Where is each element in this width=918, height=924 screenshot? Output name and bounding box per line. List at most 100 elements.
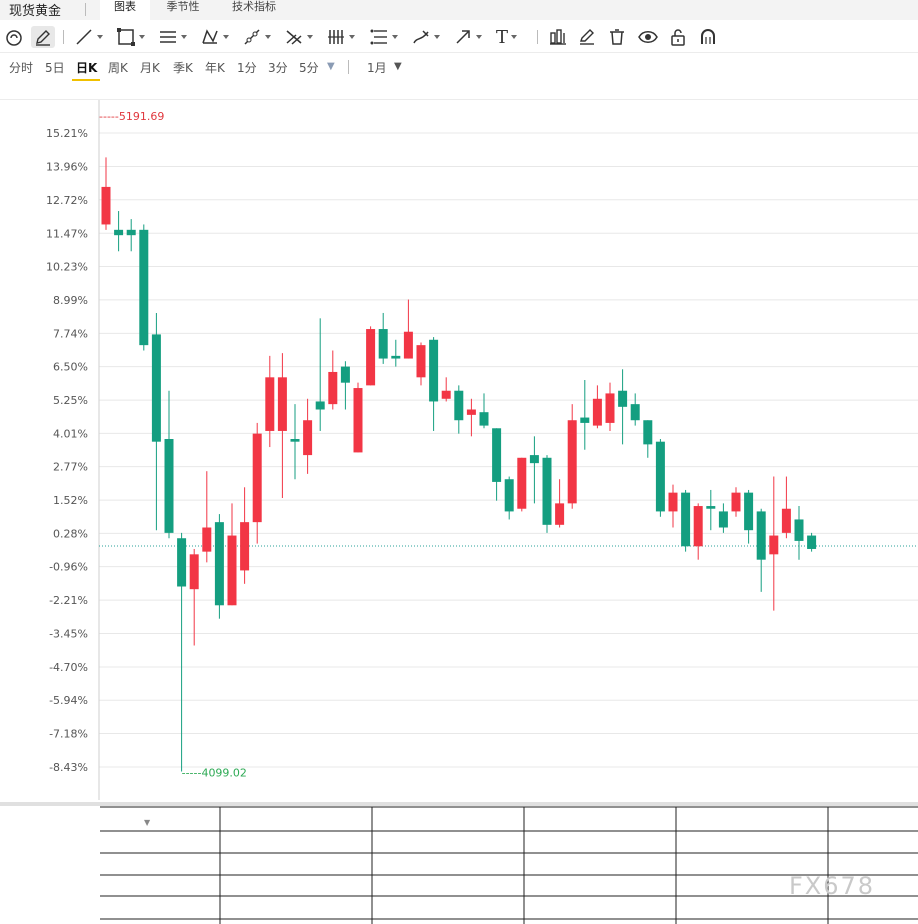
vertical-lines-tool-button[interactable]: [326, 26, 355, 48]
chevron-down-icon: [97, 35, 103, 39]
delete-button[interactable]: [607, 26, 627, 48]
period-intraday[interactable]: 分时: [9, 59, 33, 76]
candle-body: [265, 377, 275, 431]
candle-body: [466, 409, 476, 415]
y-tick-label: 5.25%: [53, 394, 88, 407]
more-periods-chevron-icon[interactable]: ▼: [327, 61, 335, 72]
candle-body: [227, 535, 237, 606]
chevron-down-icon: [349, 35, 355, 39]
range-selector[interactable]: 1月: [367, 59, 387, 76]
edit-icon: [580, 29, 594, 45]
range-chevron-icon[interactable]: ▼: [394, 61, 402, 72]
candle-body: [655, 441, 665, 512]
period-5min[interactable]: 5分: [299, 59, 319, 76]
candle-body: [693, 506, 703, 547]
candle-body: [164, 439, 174, 533]
visibility-button[interactable]: [638, 26, 658, 48]
candle-body: [303, 420, 313, 456]
pencil-tool-button[interactable]: [31, 26, 55, 48]
candle-body: [403, 331, 413, 359]
candle-body: [681, 492, 691, 547]
candle-body: [618, 390, 628, 407]
tab-indicators[interactable]: 技术指标: [222, 0, 286, 20]
line-tool-button[interactable]: [74, 26, 103, 48]
period-yearly[interactable]: 年K: [205, 59, 225, 76]
brush-tool-button[interactable]: [411, 26, 440, 48]
magnet-u-icon: [701, 29, 715, 44]
candle-body: [668, 492, 678, 512]
toolbar-divider: [537, 30, 538, 44]
parallel-lines-icon: [160, 31, 176, 43]
period-quarterly[interactable]: 季K: [173, 59, 193, 76]
chevron-down-icon: [434, 35, 440, 39]
text-tool-button[interactable]: T: [496, 26, 518, 48]
toolbar-divider: [63, 30, 64, 44]
candle-body: [139, 229, 149, 346]
line-icon: [76, 29, 92, 45]
parallel-tool-button[interactable]: [158, 26, 187, 48]
tab-chart[interactable]: 图表: [100, 0, 150, 20]
candle-body: [416, 345, 426, 378]
y-tick-label: 12.72%: [46, 194, 88, 207]
fib-tool-button[interactable]: [369, 26, 398, 48]
edit-button[interactable]: [577, 26, 597, 48]
candle-body: [353, 388, 363, 453]
candle-body: [731, 492, 741, 512]
toolbar-divider-line: [0, 52, 918, 53]
rectangle-icon: [117, 28, 135, 46]
candle-body: [807, 535, 817, 549]
candle-body: [340, 366, 350, 383]
chevron-down-icon: [511, 35, 518, 39]
ray-tool-button[interactable]: [242, 26, 271, 48]
arrow-icon: [456, 30, 470, 44]
y-tick-label: -2.21%: [49, 594, 88, 607]
chevron-down-icon: [139, 35, 145, 39]
rectangle-tool-button[interactable]: [116, 26, 145, 48]
snap-button[interactable]: [698, 26, 718, 48]
period-5d[interactable]: 5日: [45, 59, 65, 76]
bar-style-button[interactable]: [548, 26, 568, 48]
arrow-tool-button[interactable]: [453, 26, 482, 48]
period-weekly[interactable]: 周K: [108, 59, 128, 76]
eye-icon: [638, 31, 658, 43]
y-tick-label: 11.47%: [46, 227, 88, 240]
lock-button[interactable]: [668, 26, 688, 48]
fork-tool-button[interactable]: [284, 26, 313, 48]
instrument-title: 现货黄金: [9, 4, 62, 19]
y-tick-label: 6.50%: [53, 361, 88, 374]
candle-body: [492, 428, 502, 482]
candlestick-chart[interactable]: 15.21% 13.96% 12.72% 11.47% 10.23% 8.99% 7.74%…: [0, 100, 918, 802]
y-tick-label: -8.43%: [49, 761, 88, 774]
period-3min[interactable]: 3分: [268, 59, 288, 76]
watermark: FX678: [789, 872, 876, 900]
table-dropdown-icon[interactable]: ▼: [144, 818, 151, 827]
y-tick-label: 13.96%: [46, 161, 88, 174]
chevron-down-icon: [223, 35, 229, 39]
tab-seasonality[interactable]: 季节性: [158, 0, 208, 20]
candle-body: [744, 492, 754, 531]
magnet-tool-button[interactable]: [4, 26, 24, 48]
brush-icon: [413, 30, 429, 44]
y-tick-label: 0.28%: [53, 527, 88, 540]
period-daily[interactable]: 日K: [76, 59, 97, 76]
period-monthly[interactable]: 月K: [140, 59, 160, 76]
y-tick-label: -7.18%: [49, 727, 88, 740]
candle-body: [529, 455, 539, 464]
candle-body: [580, 417, 590, 423]
chevron-down-icon: [181, 35, 187, 39]
pattern-tool-button[interactable]: [200, 26, 229, 48]
y-tick-label: 8.99%: [53, 294, 88, 307]
candle-body: [542, 457, 552, 525]
max-price-label: -----5191.69: [99, 110, 164, 123]
candle-body: [214, 522, 224, 606]
candle-body: [429, 339, 439, 402]
pencil-icon: [36, 30, 50, 46]
y-tick-label: -3.45%: [49, 627, 88, 640]
pattern-icon: [202, 29, 218, 44]
bar-style-icon: [550, 29, 566, 45]
candle-body: [794, 519, 804, 541]
data-table: ▼: [0, 802, 918, 924]
period-1min[interactable]: 1分: [237, 59, 257, 76]
candle-body: [151, 334, 161, 442]
candle-body: [555, 503, 565, 525]
